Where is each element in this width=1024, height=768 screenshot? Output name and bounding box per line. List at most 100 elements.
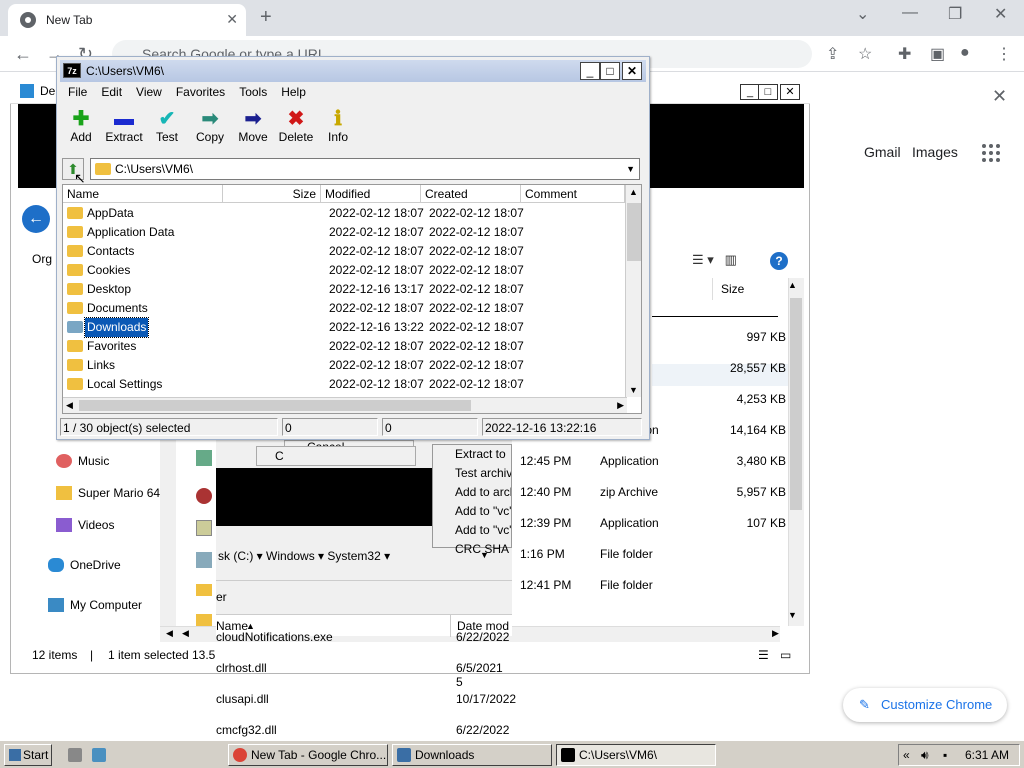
list-horizontal-scrollbar[interactable]: ◀ ▶ bbox=[63, 397, 627, 413]
folder-name-fragment[interactable]: er bbox=[216, 590, 227, 604]
column-modified[interactable]: Modified bbox=[321, 185, 421, 203]
tab-new-tab[interactable]: New Tab ✕ bbox=[8, 4, 246, 36]
scroll-right-arrow-icon[interactable]: ▶ bbox=[617, 400, 624, 411]
scroll-down-arrow-icon[interactable]: ▼ bbox=[629, 385, 638, 395]
explorer-minimize-icon[interactable]: _ bbox=[740, 84, 760, 100]
size-column-header[interactable]: Size bbox=[712, 278, 788, 300]
file-row[interactable]: Favorites 2022-02-12 18:07 2022-02-12 18:0… bbox=[63, 337, 623, 356]
toolbar-copy-button[interactable]: ➡ Copy bbox=[188, 108, 232, 144]
maximize-icon[interactable]: □ bbox=[600, 62, 620, 80]
toolbar-move-button[interactable]: ➡ Move bbox=[231, 108, 275, 144]
new-tab-button[interactable]: + bbox=[260, 6, 272, 29]
menu-item-crc-sha[interactable]: CRC SHA bbox=[433, 540, 511, 559]
explorer-back-icon[interactable]: ← bbox=[22, 205, 50, 233]
file-row[interactable]: Downloads 2022-12-16 13:22 2022-02-12 18:0… bbox=[63, 317, 623, 338]
dropdown-arrow-icon[interactable]: ▼ bbox=[626, 159, 635, 179]
view-options-icon[interactable]: ☰ ▾ ▥ bbox=[692, 252, 737, 268]
file-row[interactable]: Contacts 2022-02-12 18:07 2022-02-12 18:07 bbox=[63, 242, 623, 261]
minimize-icon[interactable]: — bbox=[902, 4, 918, 22]
menu-tools[interactable]: Tools bbox=[239, 85, 267, 99]
bookmark-star-icon[interactable]: ☆ bbox=[858, 44, 872, 64]
start-button[interactable]: Start bbox=[4, 744, 52, 766]
menu-item-add-to-archive[interactable]: Add to archive... bbox=[433, 483, 511, 502]
volume-icon[interactable]: 🔊︎ bbox=[921, 745, 929, 765]
explorer-close-icon[interactable]: ✕ bbox=[780, 84, 800, 100]
show-desktop-icon[interactable] bbox=[68, 748, 82, 762]
file-row[interactable]: AppData 2022-02-12 18:07 2022-02-12 18:07 bbox=[63, 204, 623, 223]
dialog-field[interactable]: C bbox=[256, 446, 416, 466]
path-combobox[interactable]: C:\Users\VM6\ ▼ bbox=[90, 158, 640, 180]
minimize-icon[interactable]: _ bbox=[580, 62, 600, 80]
file-row[interactable]: Documents 2022-02-12 18:07 2022-02-12 18:0… bbox=[63, 299, 623, 318]
tray-expand-icon[interactable]: « bbox=[903, 745, 910, 765]
menu-help[interactable]: Help bbox=[281, 85, 306, 99]
toolbar-info-button[interactable]: ℹ Info bbox=[316, 108, 360, 144]
scroll-left-arrow-icon[interactable]: ◀ bbox=[182, 628, 189, 639]
toolbar-delete-button[interactable]: ✖ Delete bbox=[274, 108, 318, 144]
close-window-icon[interactable]: ✕ bbox=[994, 4, 1007, 24]
menu-icon[interactable]: ⋮ bbox=[996, 44, 1012, 64]
scroll-right-arrow-icon[interactable]: ▶ bbox=[772, 628, 779, 639]
menu-view[interactable]: View bbox=[136, 85, 162, 99]
chevron-down-icon[interactable]: ⌄ bbox=[856, 4, 869, 24]
table-row[interactable]: 12:45 PM Application 3,480 KB bbox=[520, 454, 788, 474]
table-row[interactable]: 12:40 PM zip Archive 5,957 KB bbox=[520, 485, 788, 505]
scroll-down-arrow-icon[interactable]: ▼ bbox=[788, 610, 797, 620]
nav-item-music[interactable]: Music bbox=[56, 454, 109, 468]
nav-item-super-mario[interactable]: Super Mario 64 bbox=[56, 486, 160, 500]
scroll-thumb[interactable] bbox=[627, 203, 641, 261]
help-icon[interactable]: ? bbox=[770, 252, 788, 270]
file-row[interactable]: Links 2022-02-12 18:07 2022-02-12 18:07 bbox=[63, 356, 623, 375]
side-panel-icon[interactable]: ▣ bbox=[930, 44, 945, 64]
table-row[interactable]: 1:16 PM File folder bbox=[520, 547, 788, 567]
nav-item-videos[interactable]: Videos bbox=[56, 518, 114, 532]
share-icon[interactable]: ⇪ bbox=[826, 44, 839, 64]
column-comment[interactable]: Comment bbox=[521, 185, 625, 203]
scroll-thumb[interactable] bbox=[790, 298, 802, 510]
back-icon[interactable]: ← bbox=[14, 44, 32, 65]
file-row[interactable]: Cookies 2022-02-12 18:07 2022-02-12 18:07 bbox=[63, 261, 623, 280]
toolbar-extract-button[interactable]: ▬ Extract bbox=[102, 108, 146, 144]
customize-chrome-button[interactable]: ✎ Customize Chrome bbox=[843, 688, 1007, 722]
close-tab-icon[interactable]: ✕ bbox=[226, 11, 238, 28]
column-created[interactable]: Created bbox=[421, 185, 521, 203]
column-name[interactable]: Name bbox=[63, 185, 223, 203]
file-row[interactable]: Local Settings 2022-02-12 18:07 2022-02-12… bbox=[63, 375, 623, 394]
menu-item-extract-to[interactable]: Extract to bbox=[433, 445, 511, 464]
organize-menu[interactable]: Org bbox=[32, 252, 52, 266]
scroll-thumb[interactable] bbox=[79, 400, 471, 411]
close-icon[interactable]: ✕ bbox=[622, 62, 642, 80]
toolbar-test-button[interactable]: ✔ Test bbox=[145, 108, 189, 144]
menu-item-test-archive[interactable]: Test archive bbox=[433, 464, 511, 483]
file-row[interactable]: Desktop 2022-12-16 13:17 2022-02-12 18:07 bbox=[63, 280, 623, 299]
scroll-left-arrow-icon[interactable]: ◀ bbox=[166, 628, 173, 639]
profile-icon[interactable]: ● bbox=[960, 44, 970, 62]
restore-icon[interactable]: ❐ bbox=[948, 4, 962, 24]
menu-item-add-to-vc-2[interactable]: Add to "vc" bbox=[433, 521, 511, 540]
toolbar-add-button[interactable]: ✚ Add bbox=[59, 108, 103, 144]
taskbar-chrome[interactable]: New Tab - Google Chro... bbox=[228, 744, 388, 766]
scroll-up-arrow-icon[interactable]: ▲ bbox=[629, 187, 638, 197]
google-apps-icon[interactable] bbox=[982, 144, 1000, 162]
extensions-icon[interactable]: ✚ bbox=[898, 44, 911, 64]
menu-file[interactable]: File bbox=[68, 85, 87, 99]
breadcrumb-windows[interactable]: Windows bbox=[266, 549, 315, 563]
menu-edit[interactable]: Edit bbox=[101, 85, 122, 99]
menu-favorites[interactable]: Favorites bbox=[176, 85, 225, 99]
file-row[interactable]: Application Data 2022-02-12 18:07 2022-02-… bbox=[63, 223, 623, 242]
large-icons-view-icon[interactable]: ▭ bbox=[780, 644, 791, 666]
nav-item-my-computer[interactable]: My Computer bbox=[48, 598, 142, 612]
column-size[interactable]: Size bbox=[223, 185, 321, 203]
images-link[interactable]: Images bbox=[912, 144, 958, 160]
scroll-up-arrow-icon[interactable]: ▲ bbox=[788, 280, 797, 290]
list-vertical-scrollbar[interactable]: ▲ ▼ bbox=[625, 185, 641, 397]
network-icon[interactable]: ▪ bbox=[943, 745, 947, 765]
details-view-icon[interactable]: ☰ bbox=[758, 644, 769, 666]
explorer-maximize-icon[interactable]: □ bbox=[758, 84, 778, 100]
table-row[interactable]: 12:41 PM File folder bbox=[520, 578, 788, 598]
gmail-link[interactable]: Gmail bbox=[864, 144, 901, 160]
quick-launch-icon[interactable] bbox=[92, 748, 106, 762]
menu-item-add-to-vc[interactable]: Add to "vc" bbox=[433, 502, 511, 521]
breadcrumb-drive[interactable]: sk (C:) bbox=[218, 549, 253, 563]
close-icon[interactable]: ✕ bbox=[992, 86, 1007, 107]
